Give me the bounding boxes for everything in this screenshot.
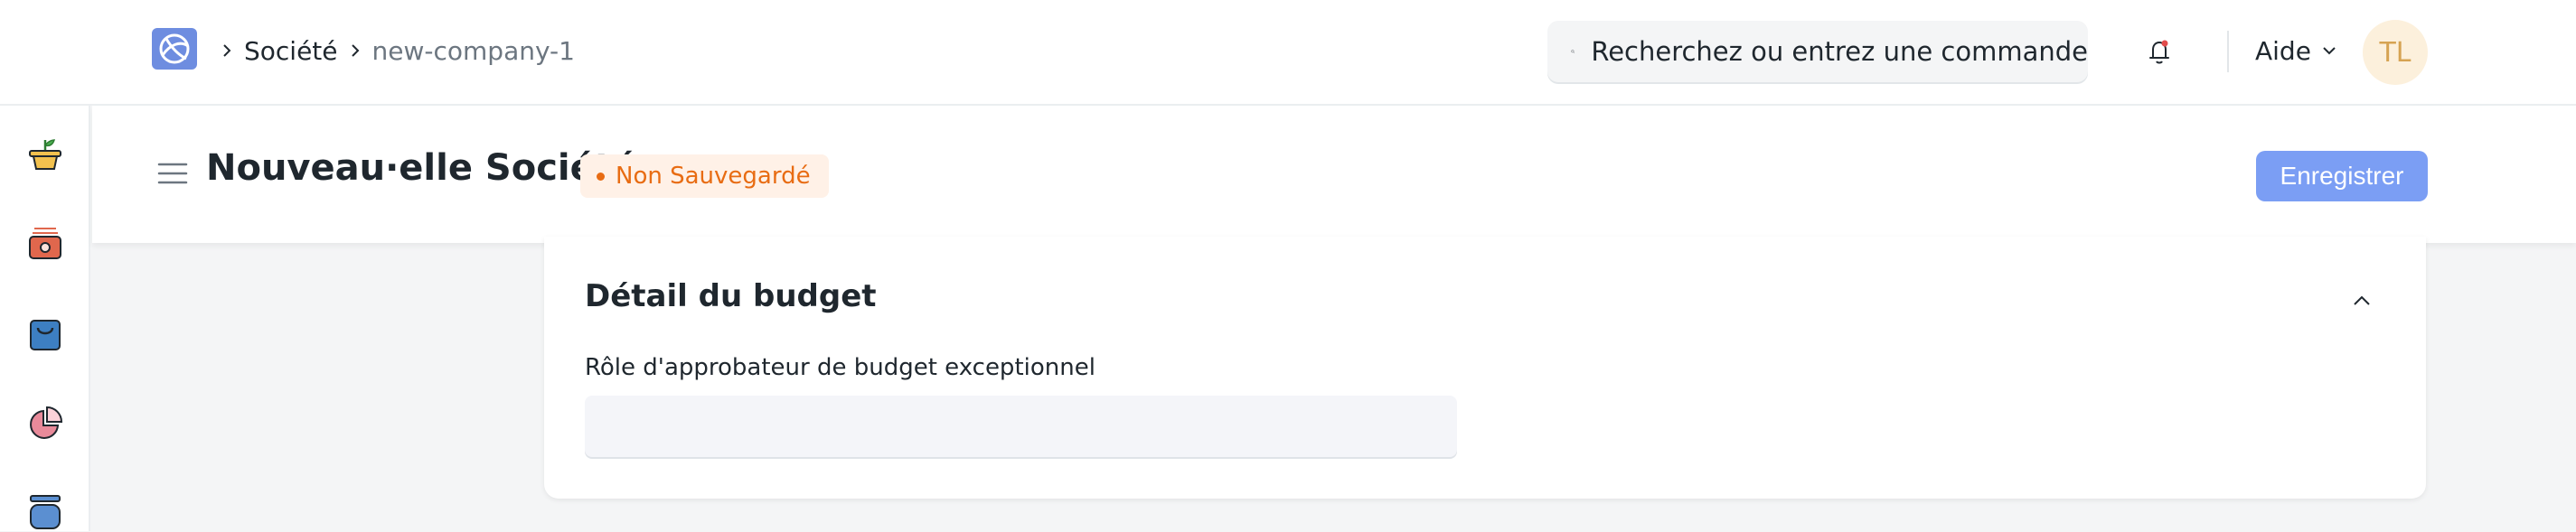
chevron-up-icon[interactable] bbox=[2348, 287, 2375, 314]
sidebar-rail bbox=[0, 106, 90, 531]
section-title[interactable]: Détail du budget bbox=[585, 278, 877, 314]
save-button[interactable]: Enregistrer bbox=[2256, 151, 2428, 201]
navbar-divider bbox=[2227, 31, 2229, 72]
search-bar[interactable]: Recherchez ou entrez une commande bbox=[1547, 21, 2088, 82]
status-badge: Non Sauvegardé bbox=[580, 154, 829, 198]
pie-chart-icon[interactable] bbox=[25, 404, 65, 443]
status-text: Non Sauvegardé bbox=[616, 163, 811, 190]
budget-section-card: Détail du budget Rôle d'approbateur de b… bbox=[544, 237, 2426, 499]
bell-icon[interactable] bbox=[2145, 36, 2174, 67]
search-icon bbox=[1571, 50, 1575, 53]
cash-box-icon[interactable] bbox=[25, 223, 65, 263]
help-label: Aide bbox=[2255, 35, 2311, 66]
top-navbar: Société new-company-1 Recherchez ou entr… bbox=[0, 0, 2576, 106]
breadcrumb-current[interactable]: new-company-1 bbox=[372, 36, 575, 66]
page-title: Nouveau·elle Société bbox=[206, 147, 636, 189]
chevron-down-icon bbox=[2323, 47, 2336, 55]
breadcrumb-parent[interactable]: Société bbox=[244, 36, 338, 66]
status-dot-icon bbox=[597, 172, 605, 181]
chevron-right-icon bbox=[347, 42, 363, 59]
help-dropdown[interactable]: Aide bbox=[2255, 34, 2338, 67]
shopping-bag-icon[interactable] bbox=[25, 313, 65, 353]
search-input[interactable]: Recherchez ou entrez une commande bbox=[1591, 36, 2088, 67]
field-label: Rôle d'approbateur de budget exceptionne… bbox=[585, 354, 1095, 381]
budget-approver-role-input[interactable] bbox=[585, 396, 1457, 457]
plant-pot-icon[interactable] bbox=[25, 135, 65, 174]
database-icon[interactable] bbox=[25, 492, 65, 532]
app-logo-icon[interactable] bbox=[152, 28, 197, 70]
hamburger-icon[interactable] bbox=[157, 160, 188, 187]
breadcrumb: Société new-company-1 bbox=[219, 34, 575, 67]
chevron-right-icon bbox=[219, 42, 235, 59]
page-header: Nouveau·elle Société Non Sauvegardé Enre… bbox=[92, 106, 2576, 243]
user-avatar[interactable]: TL bbox=[2363, 20, 2428, 85]
